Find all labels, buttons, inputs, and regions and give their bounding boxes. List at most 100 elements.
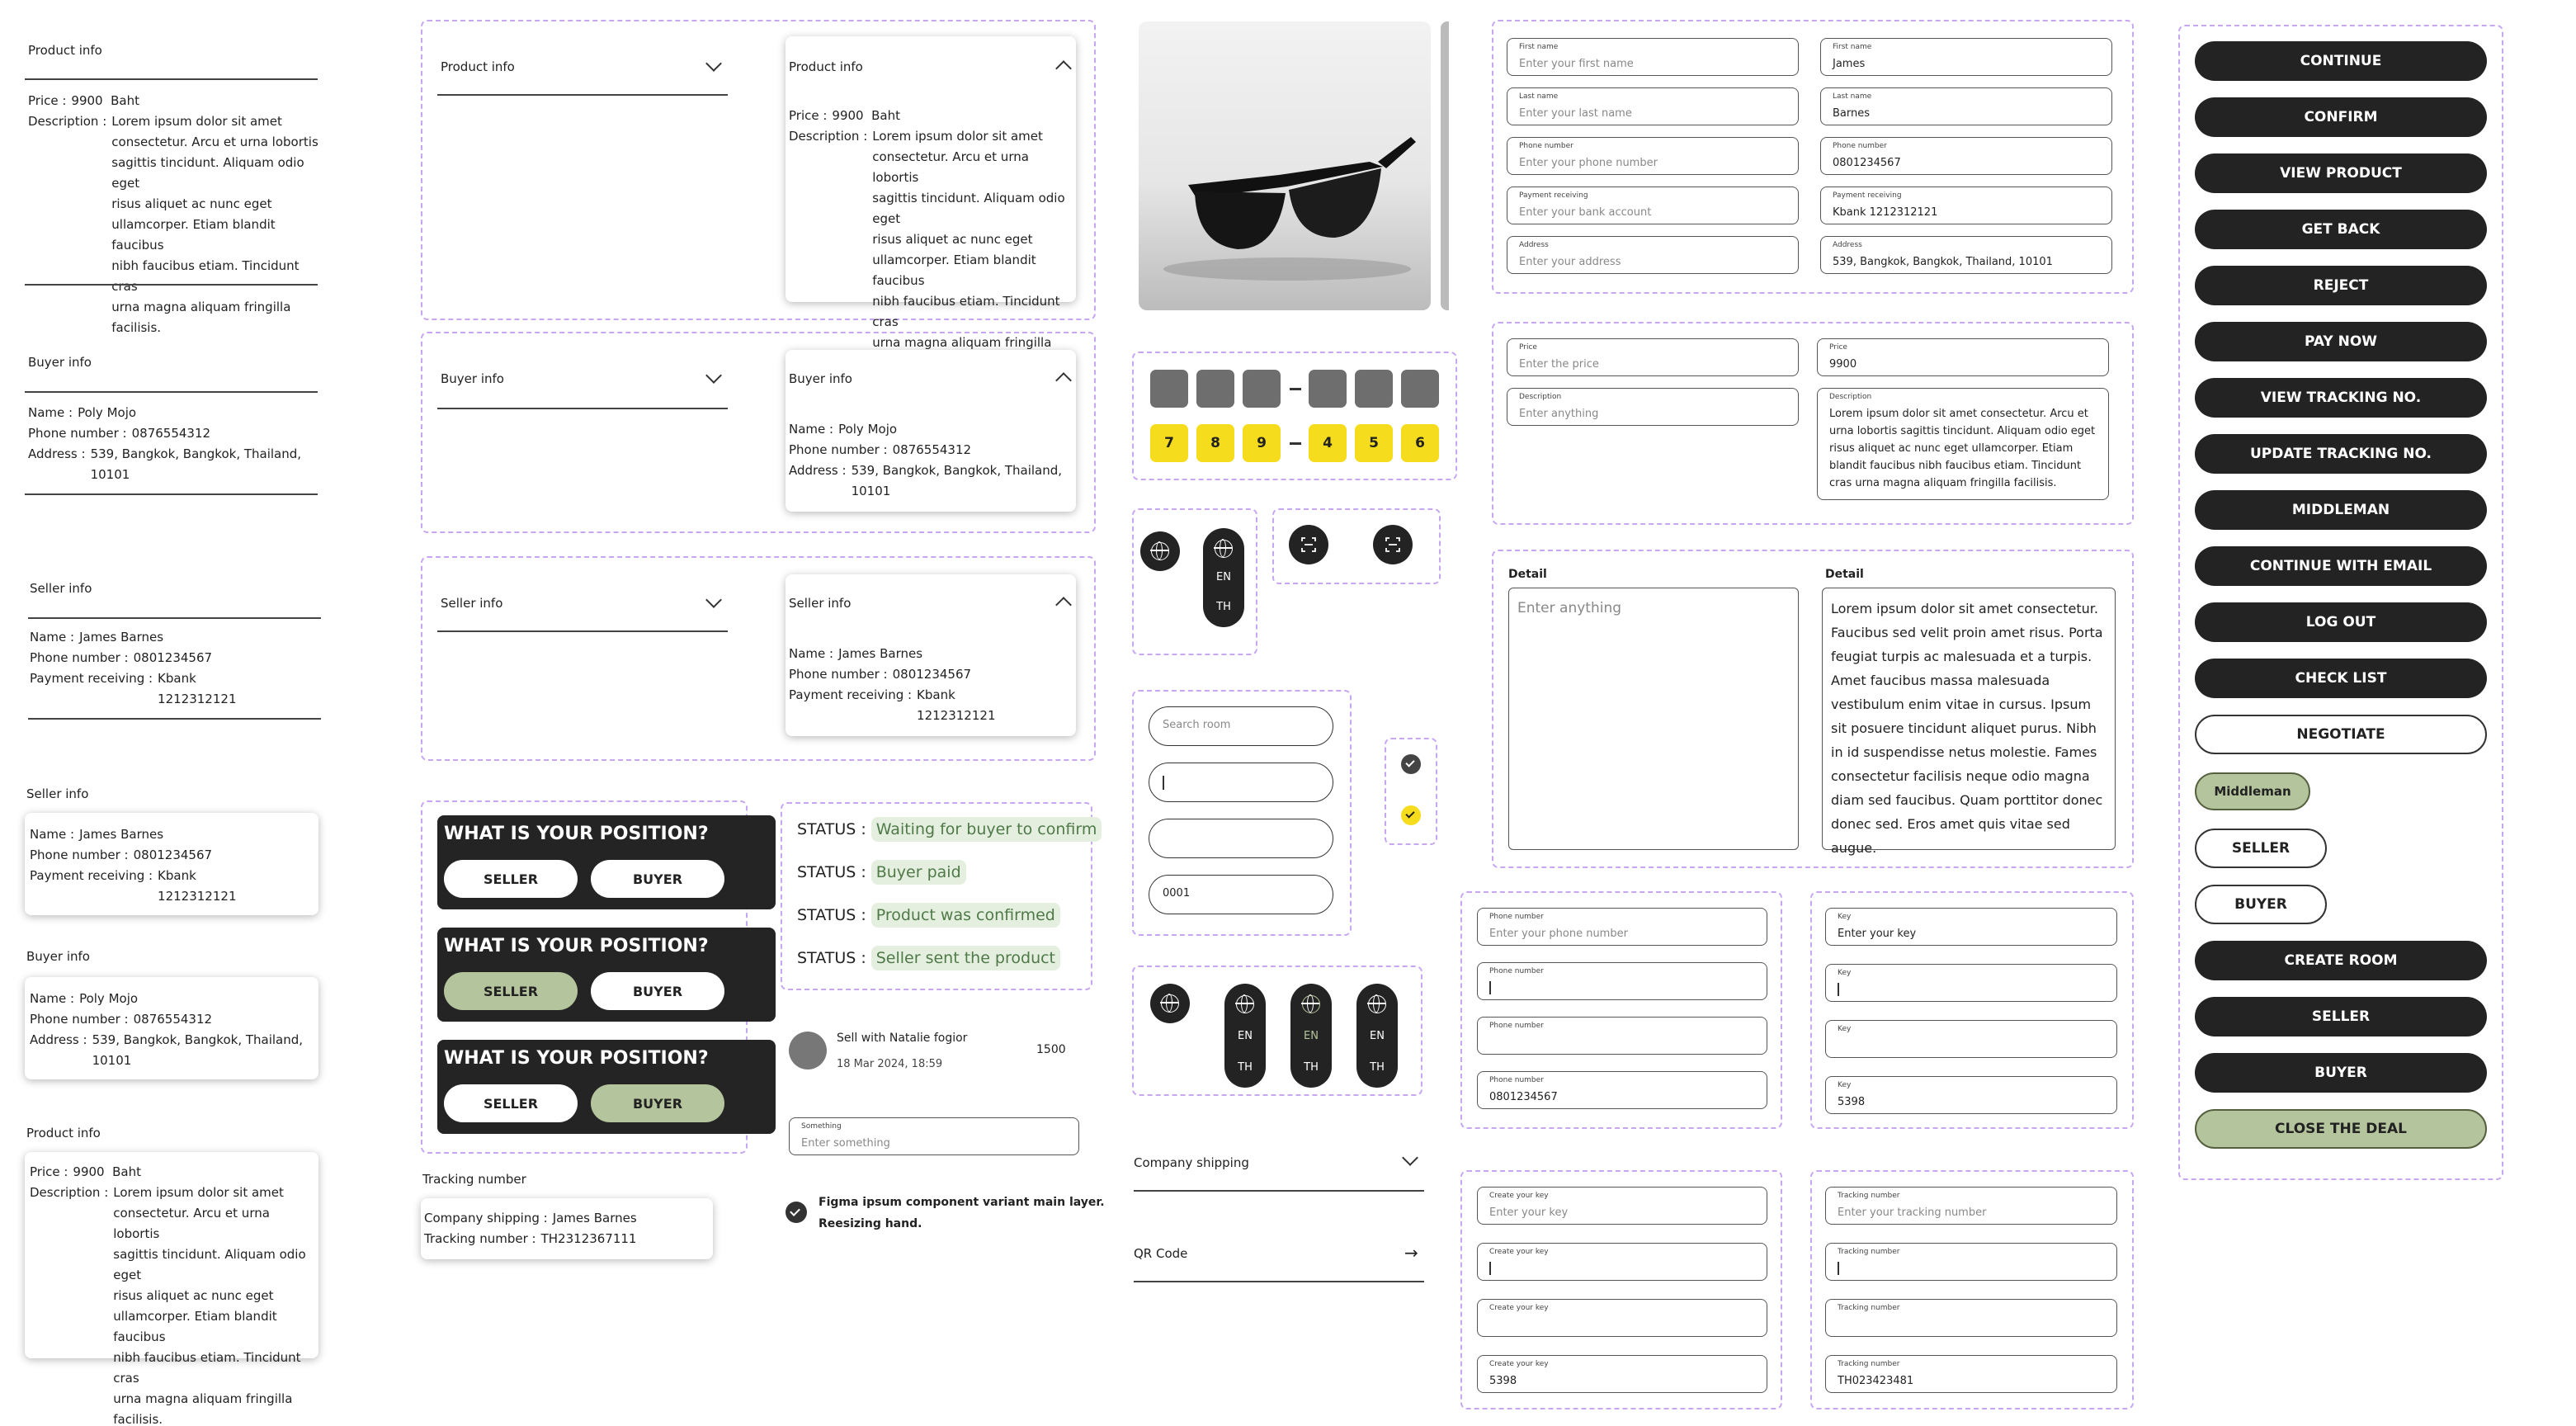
negotiate-button[interactable]: NEGOTIATE (2195, 715, 2487, 754)
lang-option-th[interactable]: TH (1290, 1061, 1332, 1074)
key-field[interactable]: Key Enter your key (1825, 908, 2117, 946)
check-list-button[interactable]: CHECK LIST (2195, 659, 2487, 698)
language-button[interactable] (1140, 531, 1180, 571)
buyer-button[interactable]: BUYER (2195, 885, 2327, 924)
seller-option-button[interactable]: SELLER (444, 860, 578, 898)
language-dropdown-th[interactable]: EN TH (1356, 984, 1398, 1088)
continue-with-email-button[interactable]: CONTINUE WITH EMAIL (2195, 546, 2487, 586)
tracking-number-field-empty[interactable]: Tracking number (1825, 1299, 2117, 1337)
scan-button[interactable] (1373, 525, 1413, 564)
middleman-button[interactable]: MIDDLEMAN (2195, 490, 2487, 530)
code-digit[interactable]: 8 (1196, 424, 1234, 462)
update-tracking-button[interactable]: UPDATE TRACKING NO. (2195, 434, 2487, 474)
lang-option-th[interactable]: TH (1203, 601, 1244, 613)
buyer-primary-button[interactable]: BUYER (2195, 1053, 2487, 1093)
description-field[interactable]: Description Enter anything (1507, 388, 1799, 426)
address-field-filled[interactable]: Address 539, Bangkok, Bangkok, Thailand, … (1820, 236, 2112, 274)
create-key-field-filled[interactable]: Create your key 5398 (1477, 1355, 1767, 1393)
code-digit-empty[interactable] (1150, 370, 1188, 408)
phone-field-filled[interactable]: Phone number 0801234567 (1820, 137, 2112, 175)
create-key-field-empty[interactable]: Create your key (1477, 1299, 1767, 1337)
code-digit[interactable]: 6 (1401, 424, 1439, 462)
code-digit[interactable]: 9 (1243, 424, 1281, 462)
lang-option-th[interactable]: TH (1224, 1061, 1266, 1074)
phone-field-empty[interactable]: Phone number (1477, 1017, 1767, 1055)
buyer-option-button[interactable]: BUYER (591, 860, 724, 898)
language-button[interactable] (1150, 984, 1190, 1023)
search-room-input-filled[interactable]: 0001 (1149, 875, 1333, 914)
buyer-option-button[interactable]: BUYER (591, 972, 724, 1010)
buyer-option-button[interactable]: BUYER (591, 1084, 724, 1122)
something-field[interactable]: Something Enter something (789, 1117, 1079, 1155)
phone-field[interactable]: Phone number Enter your phone number (1477, 908, 1767, 946)
address-value: 539, Bangkok, Bangkok, Thailand, 10101 (851, 463, 1063, 498)
create-room-button[interactable]: CREATE ROOM (2195, 941, 2487, 980)
close-the-deal-button[interactable]: CLOSE THE DEAL (2195, 1109, 2487, 1149)
key-field-filled[interactable]: Key 5398 (1825, 1076, 2117, 1114)
reject-button[interactable]: REJECT (2195, 266, 2487, 305)
continue-button[interactable]: CONTINUE (2195, 41, 2487, 81)
search-room-input-focused[interactable] (1149, 763, 1333, 802)
phone-field-focused[interactable]: Phone number (1477, 962, 1767, 1000)
create-key-field[interactable]: Create your key Enter your key (1477, 1187, 1767, 1225)
payment-field-filled[interactable]: Payment receiving Kbank 1212312121 (1820, 187, 2112, 224)
code-digit[interactable]: 7 (1150, 424, 1188, 462)
phone-field-filled[interactable]: Phone number 0801234567 (1477, 1071, 1767, 1109)
code-digit-empty[interactable] (1309, 370, 1347, 408)
price-field[interactable]: Price Enter the price (1507, 338, 1799, 376)
search-room-input[interactable]: Search room (1149, 706, 1333, 746)
payment-field[interactable]: Payment receiving Enter your bank account (1507, 187, 1799, 224)
last-name-field-filled[interactable]: Last name Barnes (1820, 87, 2112, 125)
price-field-filled[interactable]: Price 9900 (1817, 338, 2109, 376)
detail-textarea-filled[interactable]: Lorem ipsum dolor sit amet consectetur. … (1822, 588, 2116, 856)
description-field-filled[interactable]: Description Lorem ipsum dolor sit amet c… (1817, 388, 2109, 500)
language-dropdown-en-selected[interactable]: EN TH (1290, 984, 1332, 1088)
check-circle-active-icon[interactable] (1401, 805, 1421, 825)
first-name-field[interactable]: First name Enter your first name (1507, 38, 1799, 76)
tracking-label: Tracking number : (424, 1231, 536, 1246)
search-room-input-empty[interactable] (1149, 819, 1333, 858)
lang-option-en[interactable]: EN (1224, 1030, 1266, 1042)
lang-option-en[interactable]: EN (1356, 1030, 1398, 1042)
seller-button[interactable]: SELLER (2195, 829, 2327, 868)
language-dropdown[interactable]: EN TH (1203, 528, 1244, 627)
seller-option-button[interactable]: SELLER (444, 1084, 578, 1122)
view-tracking-button[interactable]: VIEW TRACKING NO. (2195, 378, 2487, 418)
field-label: Phone number (1489, 1022, 1544, 1030)
language-dropdown[interactable]: EN TH (1224, 984, 1266, 1088)
tracking-number-field-focused[interactable]: Tracking number (1825, 1243, 2117, 1281)
code-digit-empty[interactable] (1355, 370, 1393, 408)
code-digit-empty[interactable] (1196, 370, 1234, 408)
detail-textarea[interactable]: Enter anything (1508, 588, 1799, 850)
first-name-field-filled[interactable]: First name James (1820, 38, 2112, 76)
address-field[interactable]: Address Enter your address (1507, 236, 1799, 274)
check-circle-icon[interactable] (1401, 754, 1421, 774)
code-digit[interactable]: 4 (1309, 424, 1347, 462)
confirm-button[interactable]: CONFIRM (2195, 97, 2487, 137)
lang-option-en[interactable]: EN (1290, 1030, 1332, 1042)
phone-field[interactable]: Phone number Enter your phone number (1507, 137, 1799, 175)
code-digit-empty[interactable] (1401, 370, 1439, 408)
seller-primary-button[interactable]: SELLER (2195, 997, 2487, 1036)
key-field-focused[interactable]: Key (1825, 964, 2117, 1002)
code-digit-empty[interactable] (1243, 370, 1281, 408)
pay-now-button[interactable]: PAY NOW (2195, 322, 2487, 361)
log-out-button[interactable]: LOG OUT (2195, 602, 2487, 642)
name-label: Name : (789, 646, 834, 661)
lang-option-th[interactable]: TH (1356, 1061, 1398, 1074)
seller-option-button[interactable]: SELLER (444, 972, 578, 1010)
product-accordion-expanded[interactable]: Product info Price :9900 Baht Descriptio… (786, 36, 1076, 371)
get-back-button[interactable]: GET BACK (2195, 210, 2487, 249)
middleman-tag[interactable]: Middleman (2195, 772, 2310, 810)
view-product-button[interactable]: VIEW PRODUCT (2195, 153, 2487, 193)
create-key-field-focused[interactable]: Create your key (1477, 1243, 1767, 1281)
scan-button[interactable] (1289, 525, 1328, 564)
last-name-field[interactable]: Last name Enter your last name (1507, 87, 1799, 125)
lang-option-en[interactable]: EN (1203, 571, 1244, 583)
tracking-number-field[interactable]: Tracking number Enter your tracking numbe… (1825, 1187, 2117, 1225)
seller-accordion-expanded[interactable]: Seller info Name : James Barnes Phone num… (786, 574, 1076, 736)
buyer-accordion-expanded[interactable]: Buyer info Name : Poly Mojo Phone number … (786, 350, 1076, 512)
tracking-number-field-filled[interactable]: Tracking number TH023423481 (1825, 1355, 2117, 1393)
key-field-empty[interactable]: Key (1825, 1020, 2117, 1058)
code-digit[interactable]: 5 (1355, 424, 1393, 462)
